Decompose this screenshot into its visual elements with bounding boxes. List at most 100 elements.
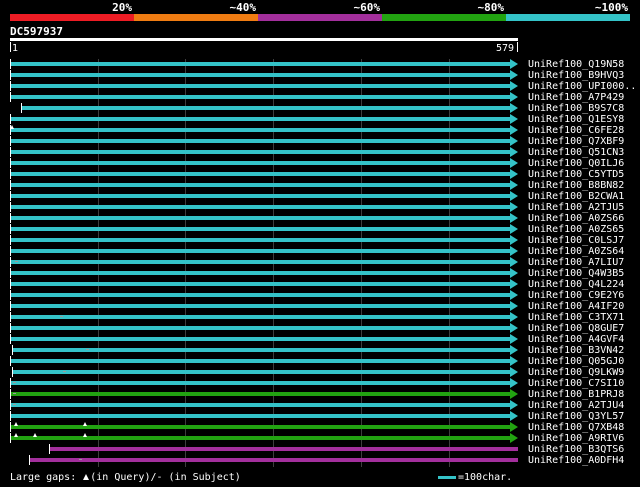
hit-row[interactable]: UniRef100_Q19N58 xyxy=(0,59,640,70)
hit-id-link[interactable]: UniRef100_Q4L224 xyxy=(528,279,624,290)
hit-row[interactable]: UniRef100_B9S7C8 xyxy=(0,103,640,114)
hit-row[interactable]: UniRef100_C3TX71 xyxy=(0,312,640,323)
hit-id-link[interactable]: UniRef100_Q3YL57 xyxy=(528,411,624,422)
hit-row[interactable]: UniRef100_C7SI10 xyxy=(0,378,640,389)
hit-alignment-bar[interactable] xyxy=(11,205,510,209)
hit-row[interactable]: UniRef100_C5YTD5 xyxy=(0,169,640,180)
hit-id-link[interactable]: UniRef100_Q51CN3 xyxy=(528,147,624,158)
hit-row[interactable]: UniRef100_A0ZS65 xyxy=(0,224,640,235)
hit-id-link[interactable]: UniRef100_A0DFH4 xyxy=(528,455,624,466)
hit-alignment-bar[interactable] xyxy=(11,337,510,341)
hit-row[interactable]: UniRef100_A2TJU5 xyxy=(0,202,640,213)
hit-id-link[interactable]: UniRef100_Q7XBF9 xyxy=(528,136,624,147)
hit-row[interactable]: UniRef100_A9RIV6 xyxy=(0,433,640,444)
hit-id-link[interactable]: UniRef100_Q05GJ0 xyxy=(528,356,624,367)
hit-alignment-bar[interactable] xyxy=(11,216,510,220)
hit-id-link[interactable]: UniRef100_C3TX71 xyxy=(528,312,624,323)
hit-row[interactable]: UniRef100_C0LSJ7 xyxy=(0,235,640,246)
hit-id-link[interactable]: UniRef100_A4GVF4 xyxy=(528,334,624,345)
hit-row[interactable]: UniRef100_A0DFH4 xyxy=(0,455,640,466)
hit-row[interactable]: UniRef100_UPI000.. xyxy=(0,81,640,92)
hit-alignment-bar[interactable] xyxy=(11,326,510,330)
hit-alignment-bar[interactable] xyxy=(13,370,510,374)
hit-id-link[interactable]: UniRef100_Q8GUE7 xyxy=(528,323,624,334)
hit-row[interactable]: UniRef100_A2TJU4 xyxy=(0,400,640,411)
hit-alignment-bar[interactable] xyxy=(11,293,510,297)
hit-id-link[interactable]: UniRef100_Q0ILJ6 xyxy=(528,158,624,169)
hit-row[interactable]: UniRef100_A7LIU7 xyxy=(0,257,640,268)
hit-alignment-bar[interactable] xyxy=(11,172,510,176)
hit-id-link[interactable]: UniRef100_C6FE28 xyxy=(528,125,624,136)
hit-alignment-bar[interactable] xyxy=(11,95,510,99)
hit-id-link[interactable]: UniRef100_A0ZS64 xyxy=(528,246,624,257)
hit-alignment-bar[interactable] xyxy=(11,271,510,275)
hit-alignment-bar[interactable] xyxy=(11,161,510,165)
hit-alignment-bar[interactable] xyxy=(11,414,510,418)
hit-row[interactable]: UniRef100_B2CWA1 xyxy=(0,191,640,202)
hit-alignment-bar[interactable] xyxy=(11,117,510,121)
hit-row[interactable]: UniRef100_Q05GJ0 xyxy=(0,356,640,367)
hit-alignment-bar[interactable] xyxy=(11,304,510,308)
hit-row[interactable]: UniRef100_B3QTS6 xyxy=(0,444,640,455)
hit-alignment-bar[interactable] xyxy=(11,128,510,132)
hit-row[interactable]: UniRef100_Q0ILJ6 xyxy=(0,158,640,169)
hit-row[interactable]: UniRef100_Q4W3B5 xyxy=(0,268,640,279)
hit-alignment-bar[interactable] xyxy=(11,260,510,264)
hit-row[interactable]: UniRef100_Q8GUE7 xyxy=(0,323,640,334)
hit-row[interactable]: UniRef100_A0ZS64 xyxy=(0,246,640,257)
hit-row[interactable]: UniRef100_A4IF20 xyxy=(0,301,640,312)
hit-id-link[interactable]: UniRef100_A4IF20 xyxy=(528,301,624,312)
hit-row[interactable]: UniRef100_C6FE28 xyxy=(0,125,640,136)
hit-row[interactable]: UniRef100_Q9LKW9 xyxy=(0,367,640,378)
hit-row[interactable]: UniRef100_B3VN42 xyxy=(0,345,640,356)
hit-alignment-bar[interactable] xyxy=(22,106,510,110)
hit-alignment-bar[interactable] xyxy=(11,403,510,407)
hit-id-link[interactable]: UniRef100_A2TJU4 xyxy=(528,400,624,411)
hit-id-link[interactable]: UniRef100_A9RIV6 xyxy=(528,433,624,444)
hit-id-link[interactable]: UniRef100_A2TJU5 xyxy=(528,202,624,213)
hit-id-link[interactable]: UniRef100_B3QTS6 xyxy=(528,444,624,455)
hit-id-link[interactable]: UniRef100_C5YTD5 xyxy=(528,169,624,180)
hit-row[interactable]: UniRef100_C9E2Y6 xyxy=(0,290,640,301)
hit-alignment-bar[interactable] xyxy=(50,447,518,451)
hit-alignment-bar[interactable] xyxy=(11,238,510,242)
hit-id-link[interactable]: UniRef100_Q4W3B5 xyxy=(528,268,624,279)
hit-alignment-bar[interactable] xyxy=(11,150,510,154)
hit-alignment-bar[interactable] xyxy=(11,227,510,231)
hit-id-link[interactable]: UniRef100_B9HVQ3 xyxy=(528,70,624,81)
hit-id-link[interactable]: UniRef100_C9E2Y6 xyxy=(528,290,624,301)
hit-row[interactable]: UniRef100_A4GVF4 xyxy=(0,334,640,345)
hit-row[interactable]: UniRef100_Q7XB48 xyxy=(0,422,640,433)
hit-alignment-bar[interactable] xyxy=(11,381,510,385)
hit-id-link[interactable]: UniRef100_A0ZS65 xyxy=(528,224,624,235)
hit-row[interactable]: UniRef100_Q4L224 xyxy=(0,279,640,290)
hit-row[interactable]: UniRef100_B9HVQ3 xyxy=(0,70,640,81)
hit-alignment-bar[interactable] xyxy=(11,62,510,66)
hit-row[interactable]: UniRef100_A0ZS66 xyxy=(0,213,640,224)
hit-alignment-bar[interactable] xyxy=(30,458,518,462)
hit-alignment-bar[interactable] xyxy=(11,359,510,363)
hit-id-link[interactable]: UniRef100_B3VN42 xyxy=(528,345,624,356)
hit-alignment-bar[interactable] xyxy=(11,249,510,253)
hit-row[interactable]: UniRef100_Q7XBF9 xyxy=(0,136,640,147)
hit-row[interactable]: UniRef100_B8BN82 xyxy=(0,180,640,191)
hit-id-link[interactable]: UniRef100_A0ZS66 xyxy=(528,213,624,224)
hit-id-link[interactable]: UniRef100_B9S7C8 xyxy=(528,103,624,114)
hit-id-link[interactable]: UniRef100_Q7XB48 xyxy=(528,422,624,433)
hit-alignment-bar[interactable] xyxy=(11,282,510,286)
hit-alignment-bar[interactable] xyxy=(11,315,510,319)
hit-id-link[interactable]: UniRef100_Q1ESY8 xyxy=(528,114,624,125)
hit-id-link[interactable]: UniRef100_UPI000.. xyxy=(528,81,636,92)
hit-row[interactable]: UniRef100_B1PRJ8 xyxy=(0,389,640,400)
hit-id-link[interactable]: UniRef100_B8BN82 xyxy=(528,180,624,191)
hit-alignment-bar[interactable] xyxy=(11,183,510,187)
hit-id-link[interactable]: UniRef100_A7LIU7 xyxy=(528,257,624,268)
hit-id-link[interactable]: UniRef100_Q19N58 xyxy=(528,59,624,70)
hit-id-link[interactable]: UniRef100_C7SI10 xyxy=(528,378,624,389)
hit-alignment-bar[interactable] xyxy=(11,73,510,77)
hit-row[interactable]: UniRef100_A7P429 xyxy=(0,92,640,103)
hit-id-link[interactable]: UniRef100_C0LSJ7 xyxy=(528,235,624,246)
hit-alignment-bar[interactable] xyxy=(11,84,510,88)
hit-row[interactable]: UniRef100_Q51CN3 xyxy=(0,147,640,158)
hit-alignment-bar[interactable] xyxy=(11,194,510,198)
